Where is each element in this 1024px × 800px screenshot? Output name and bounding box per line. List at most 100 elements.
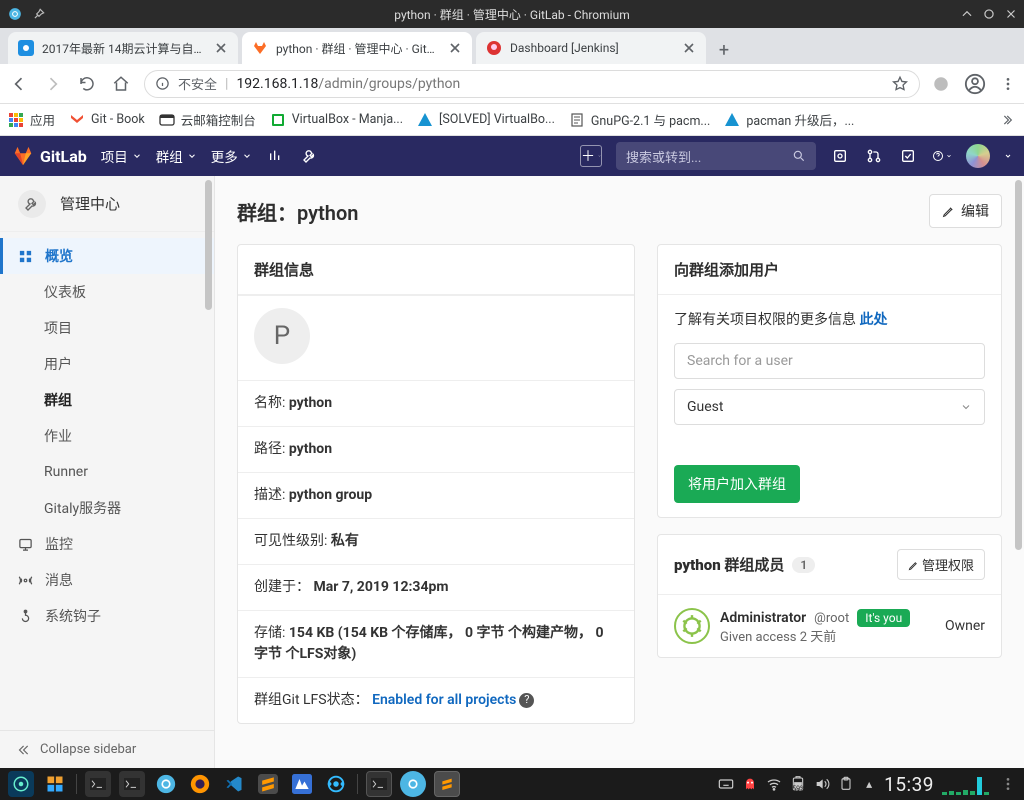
edit-button[interactable]: 编辑 (929, 194, 1002, 228)
tray-expand-icon[interactable]: ▴ (866, 777, 872, 791)
sidebar-item-runner[interactable]: Runner (0, 454, 214, 490)
info-icon (155, 76, 170, 91)
sidebar-item-groups[interactable]: 群组 (0, 382, 214, 418)
forward-button[interactable] (42, 73, 64, 95)
battery-icon[interactable]: 59% (790, 776, 806, 792)
bookmark-item[interactable]: Git - Book (69, 112, 145, 128)
merge-requests-icon[interactable] (864, 146, 884, 166)
sidebar-item-jobs[interactable]: 作业 (0, 418, 214, 454)
kebab-menu-icon[interactable] (1000, 76, 1016, 92)
broadcast-icon (18, 573, 33, 588)
favicon-icon (18, 40, 34, 56)
profile-icon[interactable] (964, 73, 986, 95)
terminal-icon[interactable] (85, 771, 111, 797)
address-bar[interactable]: 不安全 | 192.168.1.18/admin/groups/python (144, 70, 920, 98)
sidebar-item-projects[interactable]: 项目 (0, 310, 214, 346)
sublime-icon[interactable] (255, 771, 281, 797)
members-card: python 群组成员 1 管理权限 (657, 534, 1002, 658)
window-minimize-icon[interactable] (960, 7, 974, 21)
member-access-text: Given access 2 天前 (720, 626, 935, 645)
start-menu-icon[interactable] (8, 771, 34, 797)
bookmark-item[interactable]: pacman 升级后，... (724, 110, 854, 129)
nav-groups[interactable]: 群组 (156, 146, 197, 166)
help-icon[interactable]: ? (519, 693, 534, 708)
app-icon[interactable] (323, 771, 349, 797)
bookmark-item[interactable]: VirtualBox - Manja... (270, 112, 403, 128)
terminal-icon[interactable] (366, 771, 392, 797)
sidebar-header[interactable]: 管理中心 (0, 176, 214, 232)
bookmark-item[interactable]: 云邮箱控制台 (159, 110, 256, 129)
scrollbar[interactable] (1015, 180, 1022, 550)
page-title: 群组：python (237, 197, 358, 226)
wifi-icon[interactable] (766, 776, 782, 792)
keyboard-icon[interactable] (718, 776, 734, 792)
home-button[interactable] (110, 73, 132, 95)
new-tab-button[interactable]: + (710, 36, 738, 64)
sidebar-item-hooks[interactable]: 系统钩子 (0, 598, 214, 634)
chevron-left-icon (16, 743, 30, 757)
close-icon[interactable] (682, 41, 696, 55)
members-count-badge: 1 (792, 557, 815, 573)
bookmark-star-icon[interactable] (891, 75, 909, 93)
vscode-icon[interactable] (221, 771, 247, 797)
kebab-menu-icon[interactable] (1000, 776, 1016, 792)
member-name[interactable]: Administrator (720, 610, 806, 626)
chromium-running-icon[interactable] (400, 771, 426, 797)
info-row-path: 路径: python (238, 426, 634, 472)
new-button[interactable]: ＋ (580, 145, 602, 167)
firefox-icon[interactable] (187, 771, 213, 797)
sidebar-item-dashboard[interactable]: 仪表板 (0, 274, 214, 310)
app-icon[interactable] (289, 771, 315, 797)
bookmarks-overflow-icon[interactable] (1002, 113, 1016, 127)
member-handle: @root (814, 611, 849, 626)
reload-button[interactable] (76, 73, 98, 95)
terminal-icon[interactable] (119, 771, 145, 797)
member-avatar (674, 608, 710, 644)
app-icon[interactable] (42, 771, 68, 797)
scrollbar[interactable] (205, 180, 212, 310)
clock[interactable]: 15:39 (884, 773, 934, 796)
wrench-icon[interactable] (300, 146, 320, 166)
system-monitor-graph[interactable] (942, 773, 992, 795)
gitlab-logo[interactable]: GitLab (12, 145, 87, 167)
members-header: python 群组成员 (674, 554, 784, 575)
window-close-icon[interactable] (1004, 7, 1018, 21)
issues-icon[interactable] (830, 146, 850, 166)
role-select[interactable]: Guest (674, 389, 985, 425)
nav-more[interactable]: 更多 (211, 146, 252, 166)
user-avatar[interactable] (966, 144, 990, 168)
close-icon[interactable] (214, 41, 228, 55)
sidebar-item-monitoring[interactable]: 监控 (0, 526, 214, 562)
nav-projects[interactable]: 项目 (101, 146, 142, 166)
add-user-button[interactable]: 将用户加入群组 (674, 465, 800, 503)
ghost-icon[interactable] (742, 776, 758, 792)
todos-icon[interactable] (898, 146, 918, 166)
sidebar-item-users[interactable]: 用户 (0, 346, 214, 382)
browser-tab-active[interactable]: python · 群组 · 管理中心 · GitL... (242, 32, 472, 64)
pin-icon[interactable] (32, 7, 46, 21)
sublime-running-icon[interactable] (434, 771, 460, 797)
help-icon[interactable] (932, 146, 952, 166)
volume-icon[interactable] (814, 776, 830, 792)
sidebar-item-overview[interactable]: 概览 (0, 238, 214, 274)
navbar-search[interactable]: 搜索或转到... (616, 142, 816, 170)
user-search-input[interactable] (674, 343, 985, 379)
globe-icon[interactable] (932, 75, 950, 93)
collapse-sidebar-button[interactable]: Collapse sidebar (0, 730, 214, 768)
bookmark-item[interactable]: GnuPG-2.1 与 pacm... (569, 110, 710, 129)
close-icon[interactable] (448, 41, 462, 55)
chromium-icon[interactable] (153, 771, 179, 797)
chevron-down-icon[interactable] (1004, 152, 1012, 160)
window-maximize-icon[interactable] (982, 7, 996, 21)
browser-tab[interactable]: Dashboard [Jenkins] (476, 32, 706, 64)
browser-tab[interactable]: 2017年最新 14期云计算与自动... (8, 32, 238, 64)
bookmark-item[interactable]: [SOLVED] VirtualBo... (417, 112, 555, 128)
sidebar-item-gitaly[interactable]: Gitaly服务器 (0, 490, 214, 526)
permissions-link[interactable]: 此处 (859, 312, 887, 328)
sidebar-item-messages[interactable]: 消息 (0, 562, 214, 598)
clipboard-icon[interactable] (838, 776, 854, 792)
manage-access-button[interactable]: 管理权限 (897, 549, 985, 580)
apps-button[interactable]: 应用 (8, 110, 55, 129)
activity-icon[interactable] (266, 146, 286, 166)
back-button[interactable] (8, 73, 30, 95)
